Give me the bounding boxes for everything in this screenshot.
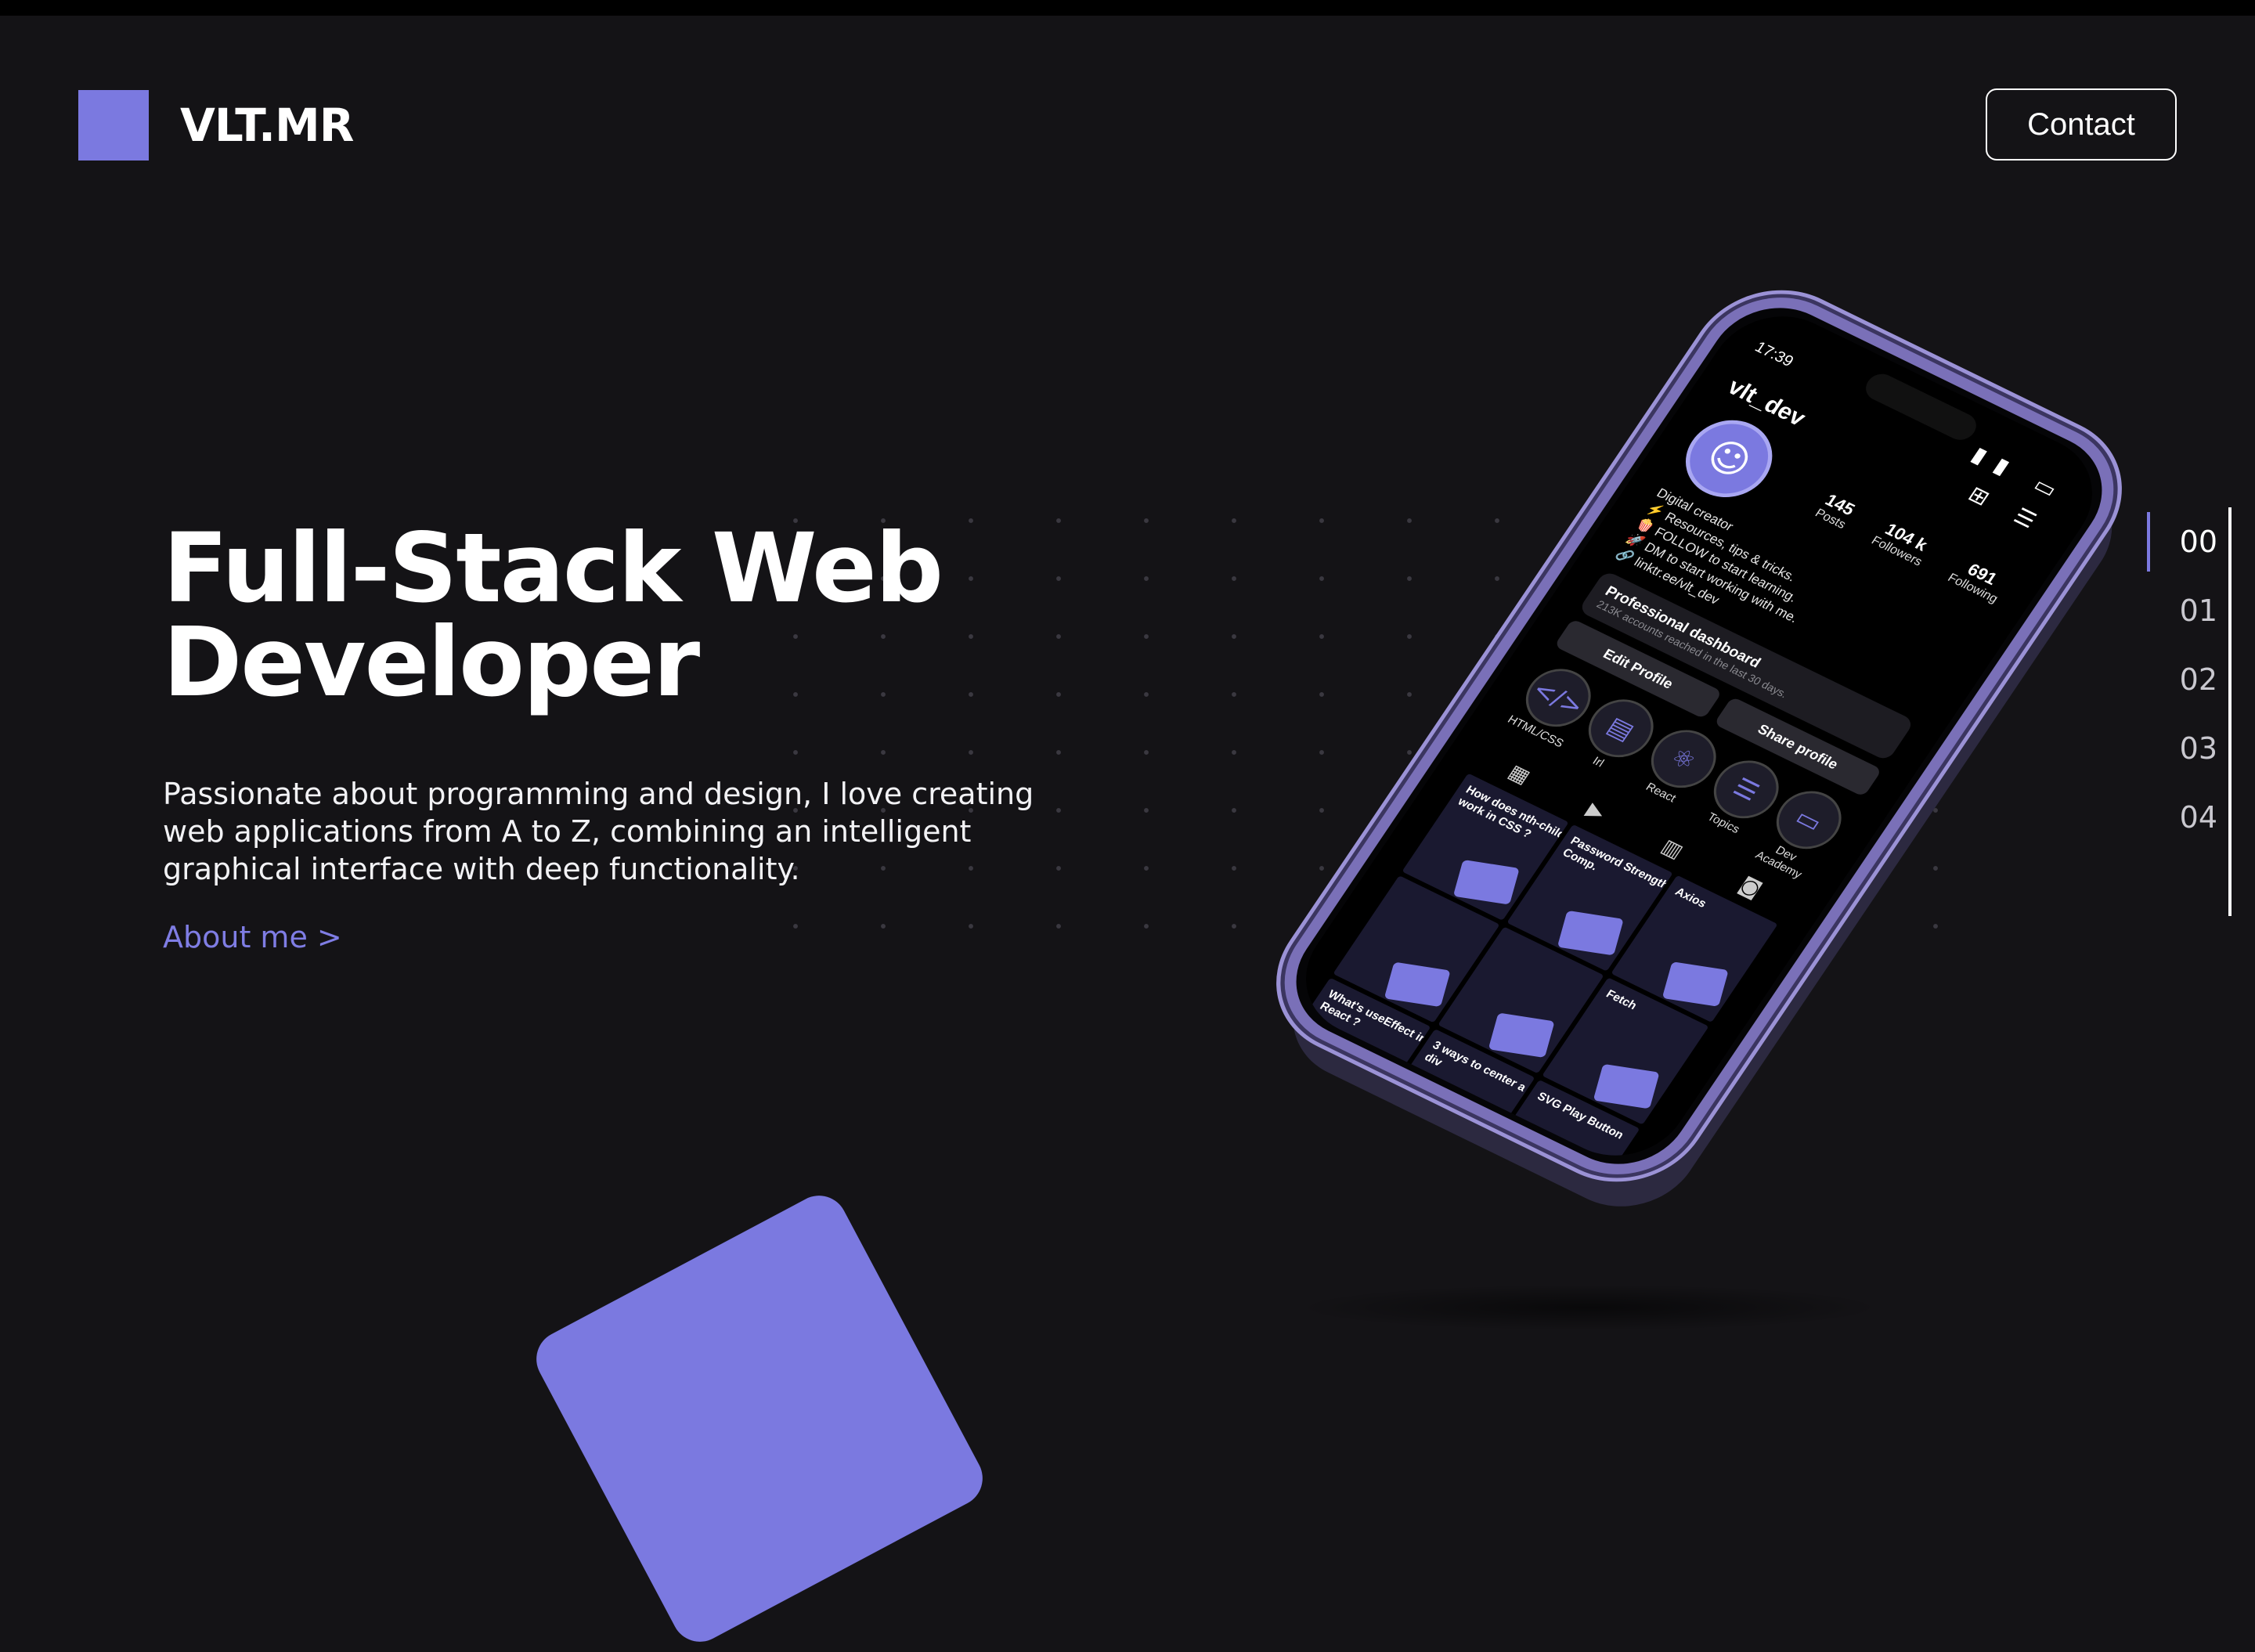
add-post-icon: ⊞ [1380, 1158, 1414, 1178]
guides-icon: ▥ [1657, 835, 1688, 864]
post-graphic [1452, 859, 1520, 905]
site-logo[interactable]: VLT.MR [180, 96, 354, 155]
section-nav-track [2228, 507, 2232, 916]
hero-title-line-2: Developer [163, 607, 700, 718]
post-graphic [1661, 961, 1729, 1007]
contact-button[interactable]: Contact [1986, 88, 2177, 161]
stat-posts: 145 Posts [1812, 489, 1860, 532]
home-icon: ⌂ [1279, 1100, 1292, 1131]
decorative-square [526, 1185, 993, 1652]
logo-square-icon[interactable] [78, 90, 149, 161]
tagged-icon: ◙ [1734, 873, 1766, 902]
home-indicator [1320, 1167, 1451, 1178]
hero-title-line-1: Full-Stack Web [163, 513, 943, 624]
phone-frame: 17:39 ▮▮ ▭ vlt_dev ⊞ ☰ ☺ 145 Posts 104 k… [1254, 272, 2144, 1199]
hero-intro: Passionate about programming and design,… [163, 777, 1034, 886]
profile-avatar: ☺ [1669, 406, 1789, 511]
reels-icon: ▶ [1582, 798, 1610, 825]
section-nav-item-01[interactable]: 01 [2145, 576, 2224, 645]
section-nav-item-02[interactable]: 02 [2145, 645, 2224, 714]
post-graphic [1593, 1063, 1660, 1109]
post-graphic [1524, 1166, 1591, 1178]
hero-title: Full-Stack Web Developer [163, 513, 1102, 718]
post-graphic [1419, 1115, 1486, 1160]
search-icon: ⌕ [1322, 1129, 1351, 1159]
section-nav-item-00[interactable]: 00 [2145, 507, 2224, 576]
section-nav-item-04[interactable]: 04 [2145, 783, 2224, 852]
phone-screen: 17:39 ▮▮ ▭ vlt_dev ⊞ ☰ ☺ 145 Posts 104 k… [1279, 294, 2119, 1178]
stat-followers: 104 k Followers [1868, 517, 1936, 569]
phone-mockup: 17:39 ▮▮ ▭ vlt_dev ⊞ ☰ ☺ 145 Posts 104 k… [1254, 258, 2144, 1199]
post-graphic [1557, 910, 1625, 956]
stat-following: 691 Following [1945, 554, 2012, 606]
about-me-link[interactable]: About me > [163, 918, 342, 957]
top-edge-bar [0, 0, 2255, 16]
section-nav: 00 01 02 03 04 [2145, 507, 2232, 916]
section-nav-item-03[interactable]: 03 [2145, 714, 2224, 783]
grid-icon: ▦ [1503, 760, 1535, 789]
post-graphic [1384, 961, 1451, 1008]
phone-shadow [1292, 1284, 1887, 1331]
post-graphic [1488, 1012, 1556, 1059]
post-graphic [1315, 1064, 1382, 1109]
